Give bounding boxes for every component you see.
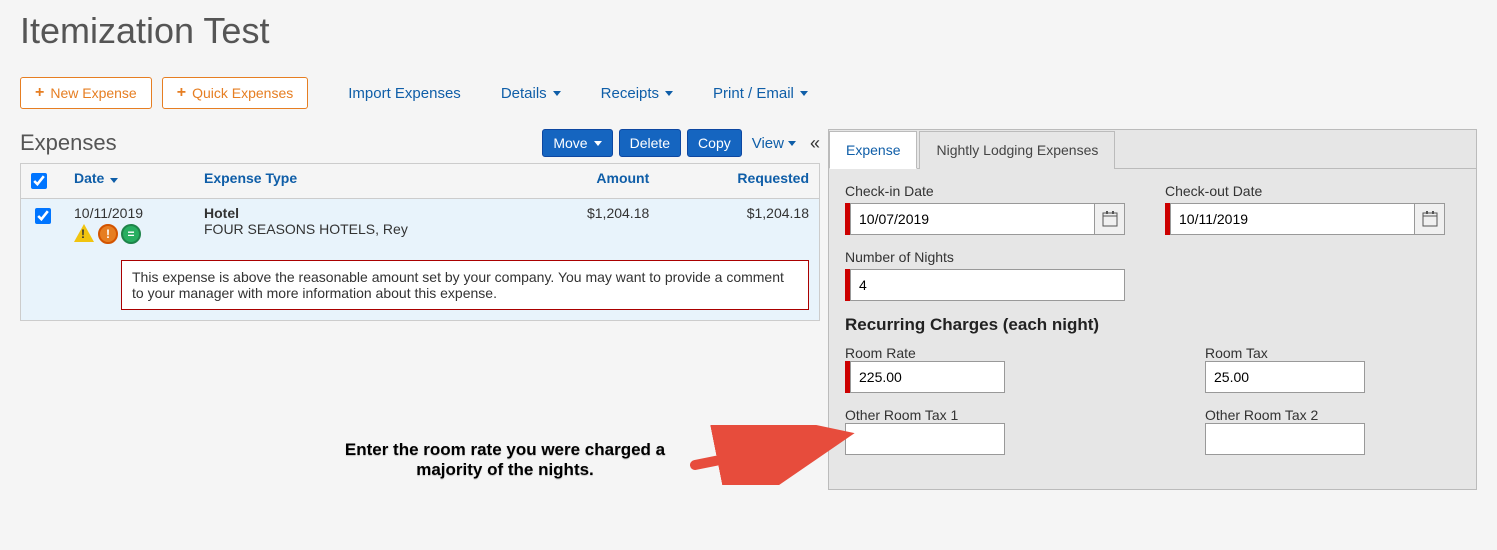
- new-expense-button[interactable]: + New Expense: [20, 77, 152, 109]
- other-tax-1-label: Other Room Tax 1: [845, 407, 958, 423]
- nights-label: Number of Nights: [845, 249, 1125, 265]
- room-tax-label: Room Tax: [1205, 345, 1268, 361]
- chevron-down-icon: [553, 91, 561, 96]
- page-title: Itemization Test: [20, 10, 1477, 52]
- copy-button[interactable]: Copy: [687, 129, 742, 157]
- import-expenses-link[interactable]: Import Expenses: [348, 85, 461, 102]
- other-tax-2-label: Other Room Tax 2: [1205, 407, 1318, 423]
- detail-panel: Expense Nightly Lodging Expenses Check-i…: [828, 129, 1477, 490]
- recurring-charges-heading: Recurring Charges (each night): [845, 315, 1460, 335]
- chevron-down-icon: [665, 91, 673, 96]
- col-amount[interactable]: Amount: [516, 164, 659, 199]
- warning-triangle-icon: [74, 224, 94, 242]
- annotation-arrow-icon: [690, 425, 860, 485]
- tab-expense[interactable]: Expense: [829, 131, 917, 169]
- details-label: Details: [501, 85, 547, 102]
- table-row[interactable]: 10/11/2019 ! = Hotel FOUR SEASONS HOTELS…: [21, 199, 820, 251]
- select-all-checkbox[interactable]: [31, 173, 47, 189]
- col-requested[interactable]: Requested: [659, 164, 819, 199]
- expenses-heading: Expenses: [20, 130, 117, 156]
- exception-icon: !: [98, 224, 118, 244]
- details-dropdown[interactable]: Details: [501, 85, 561, 102]
- chevron-down-icon: [788, 141, 796, 146]
- checkout-label: Check-out Date: [1165, 183, 1445, 199]
- view-label: View: [752, 135, 784, 152]
- plus-icon: +: [177, 85, 186, 101]
- row-checkbox[interactable]: [35, 208, 51, 224]
- view-dropdown[interactable]: View: [752, 135, 796, 152]
- expenses-table: Date Expense Type Amount Requested 10/11…: [20, 163, 820, 321]
- other-tax-2-input[interactable]: [1205, 423, 1365, 455]
- other-tax-1-input[interactable]: [845, 423, 1005, 455]
- row-date: 10/11/2019: [74, 205, 184, 221]
- room-rate-input[interactable]: [850, 361, 1005, 393]
- expense-warning-message: This expense is above the reasonable amo…: [121, 260, 809, 310]
- tab-nightly-lodging[interactable]: Nightly Lodging Expenses: [919, 131, 1115, 169]
- col-date[interactable]: Date: [64, 164, 194, 199]
- receipts-dropdown[interactable]: Receipts: [601, 85, 673, 102]
- print-email-dropdown[interactable]: Print / Email: [713, 85, 808, 102]
- row-vendor: FOUR SEASONS HOTELS, Rey: [204, 221, 506, 237]
- number-of-nights-input[interactable]: [850, 269, 1125, 301]
- panel-collapse-icon[interactable]: «: [810, 133, 820, 154]
- calendar-button[interactable]: [1095, 203, 1125, 235]
- itemized-icon: =: [121, 224, 141, 244]
- checkin-date-input[interactable]: [850, 203, 1095, 235]
- room-rate-label: Room Rate: [845, 345, 916, 361]
- move-label: Move: [553, 135, 587, 151]
- calendar-icon: [1422, 211, 1438, 227]
- calendar-button[interactable]: [1415, 203, 1445, 235]
- print-email-label: Print / Email: [713, 85, 794, 102]
- checkin-label: Check-in Date: [845, 183, 1125, 199]
- delete-button[interactable]: Delete: [619, 129, 681, 157]
- receipts-label: Receipts: [601, 85, 659, 102]
- new-expense-label: New Expense: [50, 85, 136, 101]
- checkout-date-input[interactable]: [1170, 203, 1415, 235]
- chevron-down-icon: [800, 91, 808, 96]
- chevron-down-icon: [594, 141, 602, 146]
- annotation-callout: Enter the room rate you were charged a m…: [320, 440, 690, 480]
- row-expense-type: Hotel: [204, 205, 506, 221]
- calendar-icon: [1102, 211, 1118, 227]
- quick-expenses-label: Quick Expenses: [192, 85, 293, 101]
- plus-icon: +: [35, 85, 44, 101]
- sort-down-icon: [110, 178, 118, 183]
- row-amount: $1,204.18: [516, 199, 659, 251]
- col-date-label: Date: [74, 170, 104, 186]
- row-requested: $1,204.18: [659, 199, 819, 251]
- move-button[interactable]: Move: [542, 129, 612, 157]
- room-tax-input[interactable]: [1205, 361, 1365, 393]
- main-toolbar: + New Expense + Quick Expenses Import Ex…: [20, 77, 1477, 109]
- col-type[interactable]: Expense Type: [194, 164, 516, 199]
- quick-expenses-button[interactable]: + Quick Expenses: [162, 77, 309, 109]
